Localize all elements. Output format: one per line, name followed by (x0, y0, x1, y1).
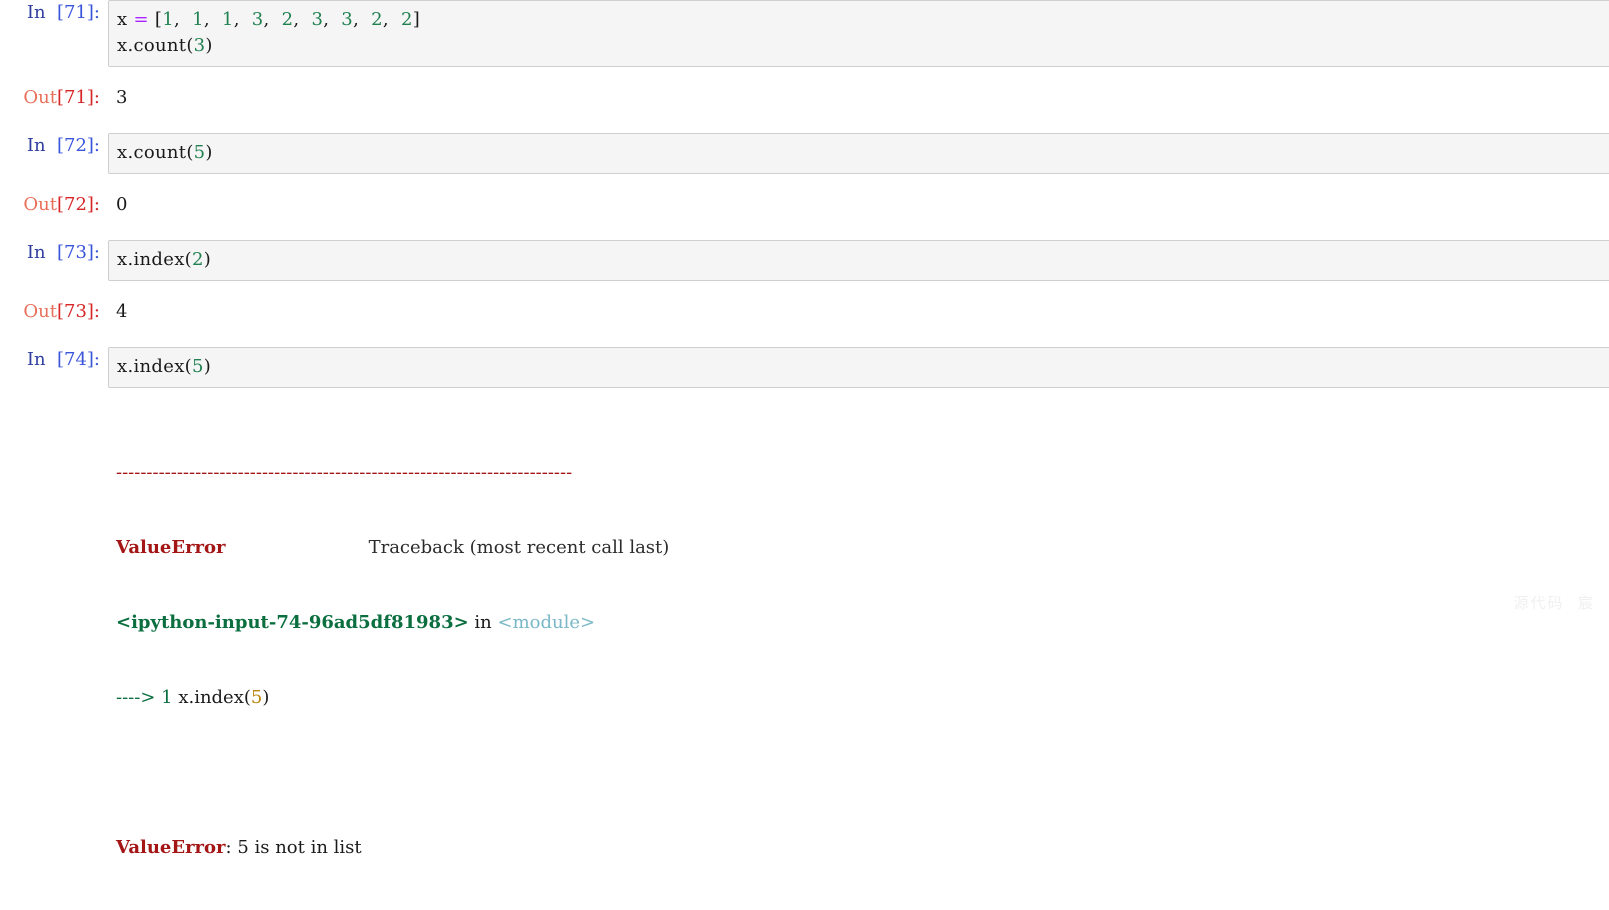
traceback-paren-close: ) (262, 687, 270, 708)
code-line: x.count(3) (117, 35, 213, 56)
code-line: x.index(2) (117, 249, 212, 270)
output-value-71: 3 (116, 87, 128, 108)
traceback-arrow: ----> (116, 687, 162, 708)
code-editor-73[interactable]: x.index(2) (108, 240, 1609, 281)
traceback-frame-in: in (468, 612, 498, 633)
traceback-header-text: Traceback (most recent call last) (368, 537, 670, 558)
output-cell-73: Out[73]: 4 (0, 299, 1609, 325)
code-editor-72[interactable]: x.count(5) (108, 133, 1609, 174)
input-cell-71[interactable]: In [71]: x = [1, 1, 1, 3, 2, 3, 3, 2, 2]… (0, 0, 1609, 67)
traceback-blank-line (116, 760, 1609, 785)
traceback-frame-line: <ipython-input-74-96ad5df81983> in <modu… (116, 610, 1609, 635)
traceback-error-header: ValueError Traceback (most recent call l… (116, 535, 1609, 560)
traceback-final-error: ValueError: 5 is not in list (116, 835, 1609, 860)
prompt-number-out: [71]: (56, 87, 100, 108)
output-cell-71: Out[71]: 3 (0, 85, 1609, 111)
output-prompt-73: Out[73]: (0, 299, 108, 325)
prompt-number-out: [72]: (56, 194, 100, 215)
code-line: x = [1, 1, 1, 3, 2, 3, 3, 2, 2] (117, 9, 421, 30)
traceback-error-name: ValueError (116, 537, 226, 558)
input-prompt-74: In [74]: (0, 347, 108, 373)
output-prompt-72: Out[72]: (0, 192, 108, 218)
input-cell-72[interactable]: In [72]: x.count(5) (0, 133, 1609, 174)
input-prompt-73: In [73]: (0, 240, 108, 266)
output-value-73: 4 (116, 301, 128, 322)
traceback-source-line: ----> 1 x.index(5) (116, 685, 1609, 710)
prompt-label-in: In (26, 2, 46, 23)
output-value-72: 0 (116, 194, 128, 215)
input-cell-74[interactable]: In [74]: x.index(5) (0, 347, 1609, 388)
prompt-label-out: Out (23, 194, 57, 215)
traceback-frame-file: <ipython-input-74-96ad5df81983> (116, 612, 469, 633)
input-cell-73[interactable]: In [73]: x.index(2) (0, 240, 1609, 281)
output-prompt-71: Out[71]: (0, 85, 108, 111)
traceback-final-error-message: : 5 is not in list (225, 837, 362, 858)
prompt-number-in: [74]: (56, 349, 100, 370)
prompt-number-out: [73]: (56, 301, 100, 322)
traceback-divider: ----------------------------------------… (116, 462, 573, 483)
prompt-number-in: [72]: (56, 135, 100, 156)
prompt-label-in: In (26, 349, 46, 370)
watermark: 源代码 宸 (1513, 594, 1595, 612)
prompt-number-in: [73]: (56, 242, 100, 263)
prompt-label-out: Out (23, 87, 57, 108)
code-line: x.count(5) (117, 142, 213, 163)
prompt-label-out: Out (23, 301, 57, 322)
code-editor-74[interactable]: x.index(5) (108, 347, 1609, 388)
code-editor-71[interactable]: x = [1, 1, 1, 3, 2, 3, 3, 2, 2] x.count(… (108, 0, 1609, 67)
traceback-line-number: 1 (161, 687, 173, 708)
traceback-output-74: ----------------------------------------… (0, 410, 1609, 910)
traceback-arg-value: 5 (250, 687, 263, 708)
traceback-body: ----------------------------------------… (108, 410, 1609, 910)
traceback-paren-open: ( (243, 687, 251, 708)
output-cell-72: Out[72]: 0 (0, 192, 1609, 218)
traceback-source-code: x.index (172, 687, 244, 708)
input-prompt-71: In [71]: (0, 0, 108, 26)
prompt-number-in: [71]: (56, 2, 100, 23)
notebook-canvas: In [71]: x = [1, 1, 1, 3, 2, 3, 3, 2, 2]… (0, 0, 1609, 858)
code-line: x.index(5) (117, 356, 212, 377)
traceback-final-error-name: ValueError (116, 837, 226, 858)
prompt-label-in: In (26, 242, 46, 263)
traceback-frame-scope: <module> (497, 612, 596, 633)
input-prompt-72: In [72]: (0, 133, 108, 159)
prompt-label-in: In (26, 135, 46, 156)
